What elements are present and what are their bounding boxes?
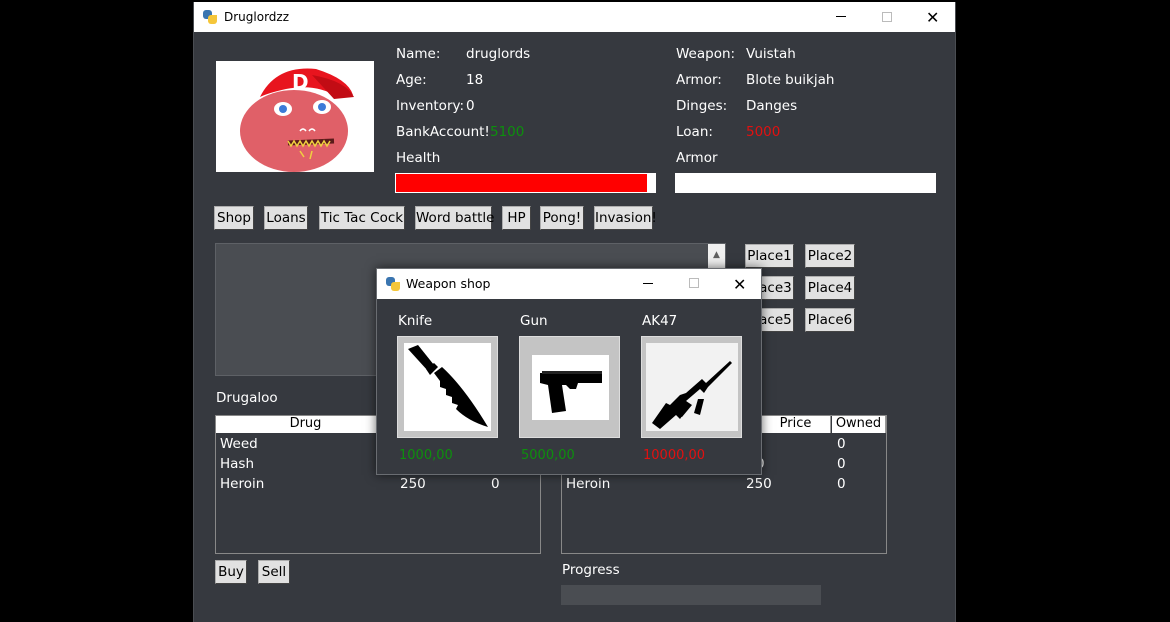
name-label: Name: [396,46,441,62]
table-cell: 250 [746,476,772,492]
loans-button[interactable]: Loans [264,206,308,230]
buy-button[interactable]: Buy [215,560,247,584]
owned-column-header[interactable]: Owned [832,416,886,433]
gun-label: Gun [520,313,548,329]
ak47-buy-button[interactable] [641,336,742,438]
maximize-icon [882,12,892,22]
name-value: druglords [466,46,531,62]
knife-buy-button[interactable] [397,336,498,438]
minimize-icon [643,283,653,284]
scroll-up-arrow[interactable]: ▲ [708,244,725,268]
sell-button[interactable]: Sell [258,560,290,584]
rifle-icon [646,343,738,431]
health-bar [395,173,656,193]
armor-value: Blote buikjah [746,72,835,88]
health-bar-fill [396,174,648,192]
close-icon: ✕ [926,8,940,27]
dialog-title-bar: Weapon shop ✕ [377,269,761,299]
avatar: D [216,61,374,172]
loan-label: Loan: [676,124,713,140]
dialog-title: Weapon shop [406,276,491,291]
table-cell: 0 [837,436,846,452]
python-icon [202,9,218,25]
health-label: Health [396,150,441,166]
close-icon: ✕ [733,275,747,294]
minimize-button[interactable] [818,2,864,32]
python-icon [385,276,401,292]
place2-button[interactable]: Place2 [805,244,855,268]
knife-icon [404,343,491,431]
invasion-button[interactable]: Invasion! [594,206,657,230]
armor-label: Armor: [676,72,722,88]
progress-label: Progress [562,562,620,578]
knife-price: 1000,00 [399,448,453,463]
weapon-shop-dialog: Weapon shop ✕ Knife Gun AK47 1000,00 500… [376,268,762,475]
knife-label: Knife [398,313,433,329]
place1-button[interactable]: Place1 [745,244,794,268]
table-cell: Heroin [566,476,611,492]
drugaloo-label: Drugaloo [216,390,278,406]
tic-tac-button[interactable]: Tic Tac Cock [319,206,405,230]
maximize-button[interactable] [864,2,910,32]
weapon-value: Vuistah [746,46,796,62]
maximize-icon [689,278,699,288]
dialog-close-button[interactable]: ✕ [717,269,763,299]
bank-account-label: BankAccount! [396,124,490,140]
inventory-value: 0 [466,98,475,114]
loan-value: 5000 [746,124,781,140]
dialog-minimize-button[interactable] [625,269,671,299]
price-column-header[interactable]: Price [761,416,831,433]
dinges-value: Danges [746,98,798,114]
place6-button[interactable]: Place6 [805,308,855,332]
table-cell: Hash [220,456,255,472]
window-title: Druglordzz [224,10,290,24]
dinges-label: Dinges: [676,98,728,114]
place4-button[interactable]: Place4 [805,276,855,300]
word-battle-button[interactable]: Word battle [415,206,494,230]
progress-bar [561,585,821,605]
title-bar: Druglordzz ✕ [194,2,955,32]
pong-button[interactable]: Pong! [540,206,584,230]
table-cell: Weed [220,436,258,452]
age-value: 18 [466,72,484,88]
armor-bar [675,173,936,193]
pistol-icon [532,355,609,420]
gun-price: 5000,00 [521,448,575,463]
hp-button[interactable]: HP [502,206,531,230]
age-label: Age: [396,72,427,88]
table-cell: 0 [491,476,500,492]
bank-account-value: 5100 [490,124,525,140]
shop-button[interactable]: Shop [214,206,254,230]
gun-buy-button[interactable] [519,336,620,438]
table-cell: Heroin [220,476,265,492]
table-cell: 0 [837,476,846,492]
dialog-maximize-button[interactable] [671,269,717,299]
ak47-label: AK47 [642,313,678,329]
ak47-price: 10000,00 [643,448,706,463]
close-button[interactable]: ✕ [910,2,956,32]
table-cell: 250 [400,476,426,492]
armor-bar-label: Armor [676,150,718,166]
inventory-label: Inventory: [396,98,465,114]
svg-text:D: D [292,70,309,94]
minimize-icon [836,16,846,17]
weapon-label: Weapon: [676,46,736,62]
table-cell: 0 [837,456,846,472]
drug-column-header[interactable]: Drug [216,416,396,433]
